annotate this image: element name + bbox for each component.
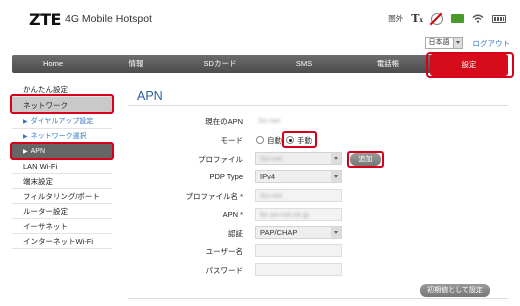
- apn-value: lte.so-net.ne.jp: [260, 210, 310, 219]
- mode-auto-radio[interactable]: [256, 136, 264, 144]
- language-row: 日本語 ログアウト: [424, 37, 511, 49]
- page: ZTE 4G Mobile Hotspot 圏外 Tx 日本語 ログアウト Ho…: [0, 0, 520, 306]
- wifi-icon: [472, 14, 484, 23]
- profile-select-value: So-net: [260, 154, 283, 163]
- apn-field[interactable]: lte.so-net.ne.jp: [255, 208, 342, 221]
- auth-select[interactable]: PAP/CHAP: [255, 226, 342, 239]
- highlight-mode-manual: [282, 131, 317, 148]
- tx-icon: Tx: [411, 12, 423, 25]
- auth-value: PAP/CHAP: [260, 228, 298, 237]
- sidebar-item-filtering[interactable]: フィルタリング/ポート: [12, 189, 112, 204]
- battery-icon: [492, 14, 506, 23]
- language-selected: 日本語: [428, 39, 450, 46]
- highlight-sidebar-apn: [10, 142, 114, 160]
- nav-info[interactable]: 情報: [94, 55, 178, 73]
- signal-status-text: 圏外: [388, 14, 404, 23]
- username-field[interactable]: [255, 244, 342, 257]
- profile-name-value: So-net: [260, 191, 283, 200]
- title-divider: [128, 105, 508, 106]
- header: ZTE 4G Mobile Hotspot 圏外 Tx: [0, 0, 520, 36]
- sidebar-item-device-settings[interactable]: 端末設定: [12, 174, 112, 189]
- nav-phonebook[interactable]: 電話帳: [346, 55, 430, 73]
- sidebar-item-router[interactable]: ルーター設定: [12, 204, 112, 219]
- nav-sdcard[interactable]: SDカード: [178, 55, 262, 73]
- page-title: APN: [137, 89, 163, 103]
- sms-icon[interactable]: [451, 14, 464, 23]
- bottom-divider: [128, 298, 508, 299]
- status-icons: 圏外 Tx: [388, 12, 506, 25]
- mode-auto-label: 自動: [267, 136, 282, 145]
- pdp-type-value: IPv4: [260, 172, 276, 181]
- password-field[interactable]: [255, 263, 342, 276]
- chevron-right-icon: ▶: [23, 134, 28, 140]
- sidebar-item-dialup[interactable]: ▶ ダイヤルアップ設定: [12, 114, 112, 129]
- current-apn-label: 現在のAPN: [205, 117, 243, 126]
- pdp-type-select[interactable]: IPv4: [255, 170, 342, 183]
- current-apn-value: So-net: [258, 116, 281, 125]
- chevron-down-icon: [331, 153, 341, 164]
- language-select[interactable]: 日本語: [424, 37, 463, 49]
- profile-select[interactable]: So-net: [255, 152, 342, 165]
- chevron-down-icon: [331, 171, 341, 182]
- product-name: 4G Mobile Hotspot: [65, 13, 152, 25]
- chevron-down-icon: [452, 38, 462, 48]
- auth-label: 認証: [228, 229, 243, 238]
- username-label: ユーザー名: [205, 247, 243, 256]
- highlight-sidebar-network: [10, 94, 114, 114]
- highlight-add-button: [347, 151, 384, 168]
- highlight-nav-settings: [426, 52, 514, 78]
- nav-sms[interactable]: SMS: [262, 55, 346, 73]
- zte-logo: ZTE: [29, 10, 61, 29]
- sidebar-item-lan-wifi[interactable]: LAN Wi-Fi: [12, 159, 112, 174]
- profile-name-field[interactable]: So-net: [255, 189, 342, 202]
- no-network-globe-icon: [431, 12, 443, 25]
- profile-name-label: プロファイル名 *: [185, 192, 243, 201]
- sidebar-item-dialup-label: ダイヤルアップ設定: [30, 118, 94, 125]
- sidebar-item-ethernet[interactable]: イーサネット: [12, 219, 112, 234]
- set-default-button[interactable]: 初期値として設定: [420, 284, 490, 297]
- pdp-type-label: PDP Type: [209, 172, 244, 181]
- logout-link[interactable]: ログアウト: [473, 38, 511, 49]
- profile-label: プロファイル: [198, 155, 243, 164]
- chevron-right-icon: ▶: [23, 119, 28, 125]
- nav-home[interactable]: Home: [12, 55, 94, 73]
- mode-label: モード: [220, 136, 244, 145]
- password-label: パスワード: [205, 266, 244, 275]
- apn-label: APN *: [222, 210, 243, 219]
- chevron-down-icon: [331, 227, 341, 238]
- sidebar-item-internet-wifi[interactable]: インターネットWi-Fi: [12, 234, 112, 249]
- sidebar-item-network-select-label: ネットワーク選択: [30, 133, 87, 140]
